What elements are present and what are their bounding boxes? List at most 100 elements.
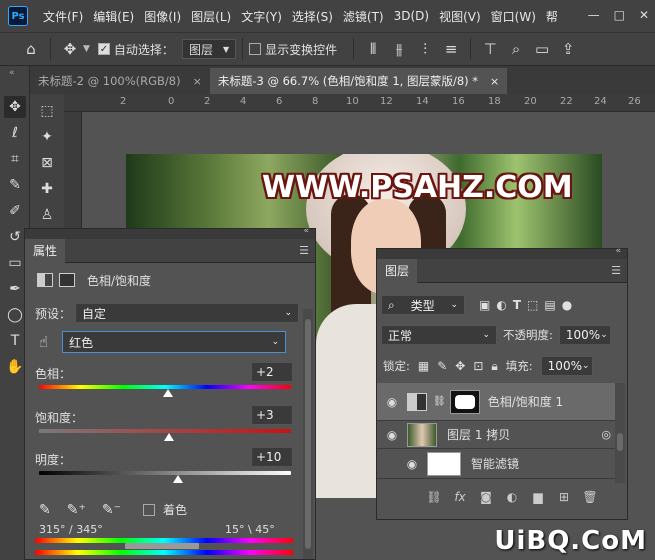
hand-tool-icon[interactable]: ✋ xyxy=(4,356,26,378)
tab-properties[interactable]: 属性 xyxy=(25,238,66,263)
collapse-icon[interactable]: « xyxy=(303,226,309,236)
filter-shape-icon[interactable]: ⬚ xyxy=(527,298,538,312)
saturation-input[interactable]: +3 xyxy=(251,405,293,425)
visibility-eye-icon[interactable]: ◉ xyxy=(377,395,407,409)
visibility-eye-icon[interactable]: ◉ xyxy=(397,457,427,471)
layer-filter-dropdown[interactable]: ⌕ 类型 ⌄ xyxy=(381,295,465,315)
adjustment-icon[interactable] xyxy=(37,273,53,287)
new-layer-icon[interactable]: ⊞ xyxy=(551,490,577,504)
menu-filter[interactable]: 滤镜(T) xyxy=(338,8,389,25)
scrollbar-thumb[interactable] xyxy=(305,319,311,549)
panel-menu-icon[interactable]: ☰ xyxy=(611,264,621,277)
chevron-down-icon[interactable]: ▼ xyxy=(83,44,90,54)
crop-tool-icon[interactable]: ⌗ xyxy=(4,148,26,170)
tab-untitled-3[interactable]: 未标题-3 @ 66.7% (色相/饱和度 1, 图层蒙版/8) * × xyxy=(209,68,508,94)
lightness-input[interactable]: +10 xyxy=(251,447,293,467)
opacity-input[interactable]: 100% ⌄ xyxy=(558,325,611,345)
add-mask-icon[interactable]: ◙ xyxy=(473,490,499,504)
link-layers-icon[interactable]: ⛓ xyxy=(421,490,447,504)
fill-input[interactable]: 100% ⌄ xyxy=(540,356,593,376)
align-center-icon[interactable]: ⫵ xyxy=(386,40,412,58)
scrollbar-thumb[interactable] xyxy=(617,433,623,451)
eyedropper-icon[interactable]: ✎ xyxy=(39,502,51,518)
menu-type[interactable]: 文字(Y) xyxy=(236,8,287,25)
targeted-adjust-hand-icon[interactable]: ☝ xyxy=(39,333,48,351)
close-icon[interactable]: × xyxy=(490,75,499,88)
lightness-slider-thumb[interactable] xyxy=(172,475,183,483)
magic-wand-icon[interactable]: ✦ xyxy=(36,126,58,148)
move-tool-icon[interactable]: ✥ xyxy=(57,40,83,58)
align-top-icon[interactable]: ⊤ xyxy=(477,40,503,58)
filter-smart-icon[interactable]: ▤ xyxy=(544,298,555,312)
visibility-eye-icon[interactable]: ◉ xyxy=(377,428,407,442)
lock-transparent-icon[interactable]: ▦ xyxy=(418,359,429,373)
eyedropper-minus-icon[interactable]: ✎⁻ xyxy=(102,502,121,518)
hue-input[interactable]: +2 xyxy=(251,362,293,382)
tab-untitled-2[interactable]: 未标题-2 @ 100%(RGB/8) × xyxy=(30,68,210,94)
close-icon[interactable]: × xyxy=(193,75,202,88)
move-tool-icon[interactable]: ✥ xyxy=(4,96,26,118)
menu-file[interactable]: 文件(F) xyxy=(38,8,88,25)
stamp-tool-icon[interactable]: ♙ xyxy=(36,204,58,226)
auto-select-dropdown[interactable]: 图层 ▼ xyxy=(181,39,237,59)
ellipse-tool-icon[interactable]: ◯ xyxy=(4,304,26,326)
menu-image[interactable]: 图像(I) xyxy=(139,8,186,25)
menu-help[interactable]: 帮 xyxy=(541,8,563,25)
tab-layers[interactable]: 图层 xyxy=(377,258,418,283)
history-brush-icon[interactable]: ↺ xyxy=(4,226,26,248)
menu-view[interactable]: 视图(V) xyxy=(434,8,486,25)
show-transform-checkbox[interactable] xyxy=(249,43,262,55)
filter-toggle-icon[interactable]: ● xyxy=(562,298,572,312)
eyedropper-plus-icon[interactable]: ✎⁺ xyxy=(67,502,86,518)
distribute-icon[interactable]: ≡ xyxy=(438,40,464,58)
share-icon[interactable]: ⇪ xyxy=(555,40,581,58)
layer-mask-thumbnail[interactable] xyxy=(449,389,480,414)
eyedropper-tool-icon[interactable]: ✎ xyxy=(4,174,26,196)
layers-scrollbar[interactable] xyxy=(615,383,625,483)
menu-window[interactable]: 窗口(W) xyxy=(486,8,541,25)
frame-tool-icon[interactable]: ⊠ xyxy=(36,152,58,174)
mask-icon[interactable] xyxy=(59,273,75,287)
menu-edit[interactable]: 编辑(E) xyxy=(88,8,139,25)
layer-row[interactable]: ◉ 图层 1 拷贝 ◎ xyxy=(377,421,617,449)
lasso-tool-icon[interactable]: ℓ xyxy=(4,122,26,144)
color-range-selector[interactable] xyxy=(125,543,199,549)
menu-layer[interactable]: 图层(L) xyxy=(186,8,236,25)
lightness-slider[interactable] xyxy=(39,471,291,475)
menu-select[interactable]: 选择(S) xyxy=(287,8,338,25)
align-right-icon[interactable]: ⫶ xyxy=(412,40,438,58)
close-button[interactable]: ✕ xyxy=(639,8,649,22)
collapse-icon[interactable]: « xyxy=(9,68,15,78)
new-adjustment-icon[interactable]: ◐ xyxy=(499,490,525,504)
link-chain-icon[interactable]: ⛓ xyxy=(433,396,446,407)
lock-pixels-icon[interactable]: ✎ xyxy=(437,359,447,373)
filter-text-icon[interactable]: T xyxy=(513,298,521,312)
blend-mode-dropdown[interactable]: 正常 ⌄ xyxy=(381,325,497,345)
pen-tool-icon[interactable]: ✒ xyxy=(4,278,26,300)
rectangle-tool-icon[interactable]: ▭ xyxy=(4,252,26,274)
layer-row[interactable]: ◉ 智能滤镜 xyxy=(377,449,617,479)
align-left-icon[interactable]: ⫴ xyxy=(360,40,386,58)
hue-slider-thumb[interactable] xyxy=(162,389,173,397)
lock-artboard-icon[interactable]: ⊡ xyxy=(473,359,483,373)
delete-layer-icon[interactable]: 🗑︎ xyxy=(577,490,603,504)
preset-dropdown[interactable]: 自定 ⌄ xyxy=(75,303,300,323)
colorize-checkbox[interactable] xyxy=(142,503,155,516)
filter-mask-thumbnail[interactable] xyxy=(427,451,461,476)
channel-dropdown[interactable]: 红色 ⌄ xyxy=(62,331,287,353)
saturation-slider-thumb[interactable] xyxy=(163,433,174,441)
filter-adjustment-icon[interactable]: ◐ xyxy=(496,298,506,312)
collapse-icon[interactable]: « xyxy=(615,246,621,256)
fx-icon[interactable]: fx xyxy=(447,490,473,504)
filter-pixel-icon[interactable]: ▣ xyxy=(479,298,490,312)
minimize-button[interactable]: — xyxy=(588,8,600,22)
maximize-button[interactable]: □ xyxy=(614,8,625,22)
marquee-tool-icon[interactable]: ⬚ xyxy=(36,100,58,122)
workspace-icon[interactable]: ▭ xyxy=(529,40,555,58)
menu-3d[interactable]: 3D(D) xyxy=(389,9,434,23)
brush-tool-icon[interactable]: ✐ xyxy=(4,200,26,222)
new-group-icon[interactable]: ▆ xyxy=(525,490,551,504)
home-icon[interactable]: ⌂ xyxy=(18,40,44,58)
lock-position-icon[interactable]: ✥ xyxy=(455,359,465,373)
text-tool-icon[interactable]: T xyxy=(4,330,26,352)
